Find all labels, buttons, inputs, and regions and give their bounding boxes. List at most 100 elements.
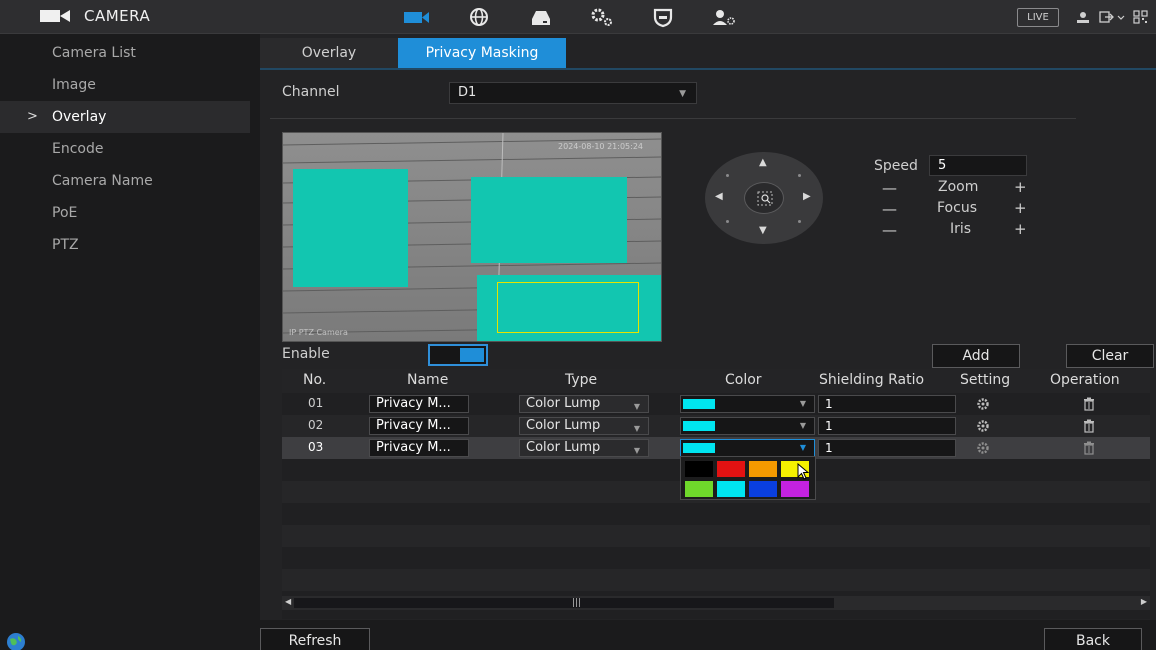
selected-mask-outline[interactable] — [497, 282, 639, 333]
sidebar-item-image[interactable]: Image — [0, 69, 250, 101]
iris-minus-button[interactable]: — — [882, 221, 897, 239]
color-select[interactable]: ▼ — [680, 417, 815, 435]
clear-button[interactable]: Clear — [1066, 344, 1154, 368]
sidebar-item-camera-list[interactable]: Camera List — [0, 37, 250, 69]
type-select[interactable]: Color Lump ▼ — [519, 439, 649, 457]
shielding-ratio-input[interactable]: 1 — [818, 417, 956, 435]
system-icon[interactable] — [588, 6, 616, 28]
type-value: Color Lump — [526, 396, 601, 411]
gear-icon[interactable] — [976, 441, 990, 455]
storage-icon[interactable] — [527, 6, 555, 28]
tab-overlay[interactable]: Overlay — [260, 38, 398, 68]
live-button[interactable]: LIVE — [1017, 8, 1059, 27]
ptz-left-icon[interactable]: ◀ — [715, 191, 723, 202]
gear-icon[interactable] — [976, 397, 990, 411]
trash-icon[interactable] — [1083, 397, 1095, 411]
privacy-mask-2[interactable] — [471, 177, 627, 263]
globe-icon[interactable] — [6, 632, 26, 650]
dropdown-arrow-icon: ▼ — [799, 443, 806, 452]
palette-color-purple[interactable] — [781, 481, 809, 497]
focus-plus-button[interactable]: + — [1014, 199, 1027, 217]
row-number: 02 — [308, 418, 324, 432]
column-header-setting: Setting — [960, 372, 1011, 388]
palette-color-orange[interactable] — [749, 461, 777, 477]
color-select[interactable]: ▼ — [680, 439, 815, 457]
color-select[interactable]: ▼ — [680, 395, 815, 413]
shielding-ratio-input[interactable]: 1 — [818, 439, 956, 457]
app-title: CAMERA — [84, 7, 151, 25]
sidebar-item-ptz[interactable]: PTZ — [0, 229, 250, 261]
refresh-button[interactable]: Refresh — [260, 628, 370, 650]
sidebar-item-poe[interactable]: PoE — [0, 197, 250, 229]
name-input[interactable]: Privacy M... — [369, 439, 469, 457]
account-icon[interactable] — [710, 6, 738, 28]
ptz-center-button[interactable] — [744, 182, 784, 214]
ptz-down-left-icon[interactable] — [726, 220, 729, 223]
iris-plus-button[interactable]: + — [1014, 220, 1027, 238]
palette-color-black[interactable] — [685, 461, 713, 477]
focus-minus-button[interactable]: — — [882, 200, 897, 218]
user-icon[interactable] — [1074, 9, 1092, 25]
shielding-ratio-input[interactable]: 1 — [818, 395, 956, 413]
sidebar-item-label: Camera Name — [52, 173, 153, 189]
type-select[interactable]: Color Lump ▼ — [519, 395, 649, 413]
speed-label: Speed — [874, 158, 918, 174]
sidebar-item-camera-name[interactable]: Camera Name — [0, 165, 250, 197]
tab-underline — [260, 68, 1156, 70]
qr-code-icon[interactable] — [1132, 9, 1150, 25]
main-panel: Overlay Privacy Masking Channel D1 ▼ 202… — [260, 34, 1156, 650]
zoom-plus-button[interactable]: + — [1014, 178, 1027, 196]
logout-icon[interactable] — [1099, 9, 1117, 25]
sidebar-item-overlay[interactable]: > Overlay — [0, 101, 250, 133]
sidebar-item-label: Camera List — [52, 45, 136, 61]
palette-color-blue[interactable] — [749, 481, 777, 497]
sidebar-item-encode[interactable]: Encode — [0, 133, 250, 165]
tab-privacy-masking[interactable]: Privacy Masking — [398, 38, 566, 68]
osd-camera-name: IP PTZ Camera — [289, 328, 348, 337]
channel-select[interactable]: D1 ▼ — [449, 82, 697, 104]
ptz-down-right-icon[interactable] — [798, 220, 801, 223]
ptz-up-left-icon[interactable] — [726, 174, 729, 177]
back-button[interactable]: Back — [1044, 628, 1142, 650]
ptz-up-right-icon[interactable] — [798, 174, 801, 177]
table-row-empty — [282, 525, 1150, 547]
column-header-name: Name — [407, 372, 449, 388]
trash-icon[interactable] — [1083, 419, 1095, 433]
camera-logo-icon — [40, 10, 70, 22]
mask-table: No. Name Type Color Shielding Ratio Sett… — [282, 369, 1150, 619]
gear-icon[interactable] — [976, 419, 990, 433]
trash-icon[interactable] — [1083, 441, 1095, 455]
palette-color-red[interactable] — [717, 461, 745, 477]
horizontal-scrollbar[interactable]: ◀ ||| ▶ — [282, 596, 1150, 610]
column-header-shielding-ratio: Shielding Ratio — [819, 372, 925, 388]
network-icon[interactable] — [465, 6, 493, 28]
privacy-mask-3[interactable] — [477, 275, 661, 341]
color-swatch — [683, 443, 715, 453]
camera-icon[interactable] — [402, 6, 430, 28]
channel-value: D1 — [458, 85, 477, 100]
type-value: Color Lump — [526, 418, 601, 433]
sidebar-item-label: Encode — [52, 141, 104, 157]
security-icon[interactable] — [649, 6, 677, 28]
table-row[interactable]: 01 Privacy M... Color Lump ▼ ▼ 1 — [282, 393, 1150, 415]
sidebar-item-label: Image — [52, 77, 96, 93]
add-button[interactable]: Add — [932, 344, 1020, 368]
name-input[interactable]: Privacy M... — [369, 417, 469, 435]
camera-preview[interactable]: 2024-08-10 21:05:24 IP PTZ Camera — [282, 132, 662, 342]
scroll-left-icon[interactable]: ◀ — [285, 597, 291, 606]
type-select[interactable]: Color Lump ▼ — [519, 417, 649, 435]
name-input[interactable]: Privacy M... — [369, 395, 469, 413]
bottom-bar: Refresh Back — [250, 620, 1156, 650]
scrollbar-thumb[interactable]: ||| — [294, 598, 834, 608]
scroll-right-icon[interactable]: ▶ — [1141, 597, 1147, 606]
privacy-mask-1[interactable] — [293, 169, 408, 287]
ptz-right-icon[interactable]: ▶ — [803, 191, 811, 202]
enable-toggle[interactable] — [428, 344, 488, 366]
palette-color-green[interactable] — [685, 481, 713, 497]
zoom-minus-button[interactable]: — — [882, 179, 897, 197]
ptz-down-icon[interactable]: ▼ — [759, 225, 767, 236]
ptz-up-icon[interactable]: ▲ — [759, 157, 767, 168]
palette-color-cyan[interactable] — [717, 481, 745, 497]
table-row[interactable]: 02 Privacy M... Color Lump ▼ ▼ 1 — [282, 415, 1150, 437]
speed-input[interactable]: 5 — [929, 155, 1027, 176]
